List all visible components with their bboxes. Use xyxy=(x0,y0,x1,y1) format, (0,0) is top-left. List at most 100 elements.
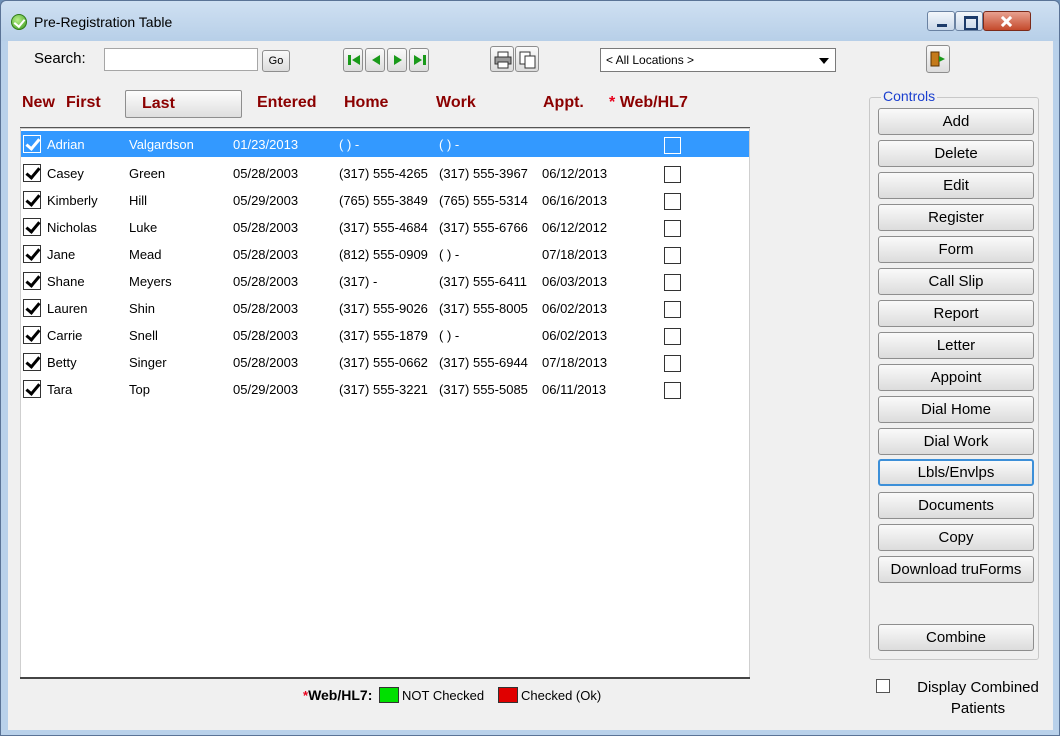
web-hl7-checkbox[interactable] xyxy=(664,193,681,210)
copy-document-button[interactable] xyxy=(515,46,539,72)
cell-entered: 01/23/2013 xyxy=(233,137,299,152)
display-combined-checkbox[interactable] xyxy=(876,679,890,693)
client-area: Search: Go < All Locations > New First L… xyxy=(8,41,1053,730)
download-truforms-button[interactable]: Download truForms xyxy=(878,556,1034,583)
column-entered[interactable]: Entered xyxy=(257,94,317,112)
cell-home: (317) 555-3221 xyxy=(339,382,428,397)
column-web-hl7[interactable]: * Web/HL7 xyxy=(609,94,688,112)
web-hl7-checkbox[interactable] xyxy=(664,137,681,154)
form-button[interactable]: Form xyxy=(878,236,1034,263)
cell-appt: 06/12/2013 xyxy=(542,166,608,181)
column-home[interactable]: Home xyxy=(344,94,388,112)
cell-first: Shane xyxy=(47,274,85,289)
web-hl7-checkbox[interactable] xyxy=(664,328,681,345)
delete-button[interactable]: Delete xyxy=(878,140,1034,167)
column-appt[interactable]: Appt. xyxy=(543,94,584,112)
table-row[interactable]: Shane Meyers 05/28/2003 (317) - (317) 55… xyxy=(21,268,749,294)
checkmark-icon[interactable] xyxy=(23,353,41,371)
register-button[interactable]: Register xyxy=(878,204,1034,231)
column-new[interactable]: New xyxy=(22,94,55,112)
column-last-sort-button[interactable]: Last xyxy=(125,90,242,118)
checkmark-icon[interactable] xyxy=(23,299,41,317)
appoint-button[interactable]: Appoint xyxy=(878,364,1034,391)
last-record-button[interactable] xyxy=(409,48,429,72)
web-hl7-checkbox[interactable] xyxy=(664,301,681,318)
next-record-button[interactable] xyxy=(387,48,407,72)
close-button[interactable] xyxy=(983,11,1031,31)
checkmark-icon[interactable] xyxy=(23,164,41,182)
minimize-button[interactable] xyxy=(927,11,955,31)
cell-entered: 05/28/2003 xyxy=(233,274,299,289)
go-button[interactable]: Go xyxy=(262,50,290,72)
web-hl7-checkbox[interactable] xyxy=(664,274,681,291)
next-record-icon xyxy=(394,55,402,65)
display-combined-label: Display Combined Patients xyxy=(917,679,1039,717)
documents-button[interactable]: Documents xyxy=(878,492,1034,519)
dial-home-button[interactable]: Dial Home xyxy=(878,396,1034,423)
copy-pages-icon xyxy=(519,51,536,69)
location-value: < All Locations > xyxy=(606,53,695,67)
cell-first: Lauren xyxy=(47,301,88,316)
title-bar[interactable]: Pre-Registration Table xyxy=(1,1,1059,41)
table-row[interactable]: Lauren Shin 05/28/2003 (317) 555-9026 (3… xyxy=(21,295,749,321)
column-first[interactable]: First xyxy=(66,94,101,112)
combine-button[interactable]: Combine xyxy=(878,624,1034,651)
edit-button[interactable]: Edit xyxy=(878,172,1034,199)
checkmark-icon[interactable] xyxy=(23,191,41,209)
checkmark-icon[interactable] xyxy=(23,272,41,290)
table-row[interactable]: Tara Top 05/29/2003 (317) 555-3221 (317)… xyxy=(21,376,749,402)
table-row[interactable]: Betty Singer 05/28/2003 (317) 555-0662 (… xyxy=(21,349,749,375)
cell-appt: 06/03/2013 xyxy=(542,274,608,289)
print-button[interactable] xyxy=(490,46,514,72)
table-row[interactable]: Kimberly Hill 05/29/2003 (765) 555-3849 … xyxy=(21,187,749,213)
cell-first: Jane xyxy=(47,247,76,262)
search-label: Search: xyxy=(34,50,86,67)
cell-appt: 07/18/2013 xyxy=(542,247,608,262)
web-hl7-checkbox[interactable] xyxy=(664,355,681,372)
printer-icon xyxy=(494,51,512,69)
search-input[interactable] xyxy=(104,48,258,71)
cell-entered: 05/29/2003 xyxy=(233,382,299,397)
checkmark-icon[interactable] xyxy=(23,245,41,263)
web-hl7-checkbox[interactable] xyxy=(664,166,681,183)
add-button[interactable]: Add xyxy=(878,108,1034,135)
checkmark-icon[interactable] xyxy=(23,218,41,236)
table-row[interactable]: Adrian Valgardson 01/23/2013 ( ) - ( ) - xyxy=(21,131,749,157)
column-web-hl7-label: Web/HL7 xyxy=(619,94,688,111)
web-hl7-checkbox[interactable] xyxy=(664,247,681,264)
table-row[interactable]: Jane Mead 05/28/2003 (812) 555-0909 ( ) … xyxy=(21,241,749,267)
controls-title: Controls xyxy=(881,88,938,104)
exit-button[interactable] xyxy=(926,45,950,73)
cell-last: Hill xyxy=(129,193,148,208)
cell-home: (317) 555-0662 xyxy=(339,355,428,370)
patient-table[interactable]: Adrian Valgardson 01/23/2013 ( ) - ( ) -… xyxy=(20,128,750,678)
dial-work-button[interactable]: Dial Work xyxy=(878,428,1034,455)
web-hl7-checkbox[interactable] xyxy=(664,382,681,399)
report-button[interactable]: Report xyxy=(878,300,1034,327)
cell-first: Kimberly xyxy=(47,193,98,208)
previous-record-button[interactable] xyxy=(365,48,385,72)
checkmark-icon[interactable] xyxy=(23,380,41,398)
checkmark-icon[interactable] xyxy=(23,326,41,344)
labels-envelopes-button[interactable]: Lbls/Envlps xyxy=(878,459,1034,486)
not-checked-swatch xyxy=(379,687,399,703)
legend-checked: Checked (Ok) xyxy=(520,688,602,703)
checkmark-icon[interactable] xyxy=(23,135,41,153)
cell-last: Green xyxy=(129,166,166,181)
copy-button[interactable]: Copy xyxy=(878,524,1034,551)
cell-work: (317) 555-6411 xyxy=(439,274,527,289)
web-hl7-legend: *Web/HL7: NOT Checked Checked (Ok) xyxy=(303,687,601,703)
required-star: * xyxy=(609,94,616,111)
location-select[interactable]: < All Locations > xyxy=(600,48,836,72)
letter-button[interactable]: Letter xyxy=(878,332,1034,359)
column-work[interactable]: Work xyxy=(436,94,476,112)
web-hl7-checkbox[interactable] xyxy=(664,220,681,237)
first-record-button[interactable] xyxy=(343,48,363,72)
cell-last: Luke xyxy=(129,220,158,235)
table-row[interactable]: Carrie Snell 05/28/2003 (317) 555-1879 (… xyxy=(21,322,749,348)
table-row[interactable]: Casey Green 05/28/2003 (317) 555-4265 (3… xyxy=(21,160,749,186)
call-slip-button[interactable]: Call Slip xyxy=(878,268,1034,295)
cell-work: (765) 555-5314 xyxy=(439,193,528,208)
table-row[interactable]: Nicholas Luke 05/28/2003 (317) 555-4684 … xyxy=(21,214,749,240)
maximize-button[interactable] xyxy=(955,11,983,31)
